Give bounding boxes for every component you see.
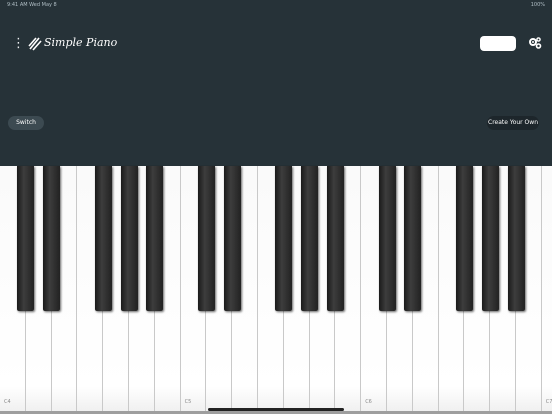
white-key[interactable]: C7 [541,166,552,411]
status-bar: 9:41 AM Wed May 8 100% [0,0,552,10]
top-bar: ⋮ Simple Piano [0,30,552,58]
black-key[interactable] [378,166,396,311]
black-key[interactable] [404,166,422,311]
black-key[interactable] [94,166,112,311]
black-key[interactable] [275,166,293,311]
settings-gears-icon[interactable] [528,36,542,50]
create-your-own-button[interactable]: Create Your Own [487,116,539,130]
key-label: C5 [184,399,192,405]
keyboard-scroll-indicator[interactable] [208,408,344,411]
piano-logo-icon [28,37,42,51]
black-key[interactable] [481,166,499,311]
black-key[interactable] [223,166,241,311]
black-key[interactable] [43,166,61,311]
piano-keyboard[interactable]: C4 C5 C6 C7 [0,166,552,414]
black-key[interactable] [455,166,473,311]
key-label: C6 [365,399,372,405]
black-key[interactable] [17,166,35,311]
black-key[interactable] [146,166,164,311]
black-key[interactable] [301,166,319,311]
status-time: 9:41 AM Wed May 8 [7,2,57,8]
battery-indicator: 100% [530,2,545,8]
app-title: Simple Piano [44,36,118,49]
more-vert-icon[interactable]: ⋮ [12,37,25,51]
black-key[interactable] [507,166,525,311]
blank-action-button[interactable] [480,36,516,51]
key-label: C4 [4,399,11,405]
key-label: C7 [545,399,552,405]
black-key[interactable] [197,166,215,311]
black-key[interactable] [120,166,138,311]
switch-button[interactable]: Switch [8,116,44,130]
black-key[interactable] [326,166,344,311]
